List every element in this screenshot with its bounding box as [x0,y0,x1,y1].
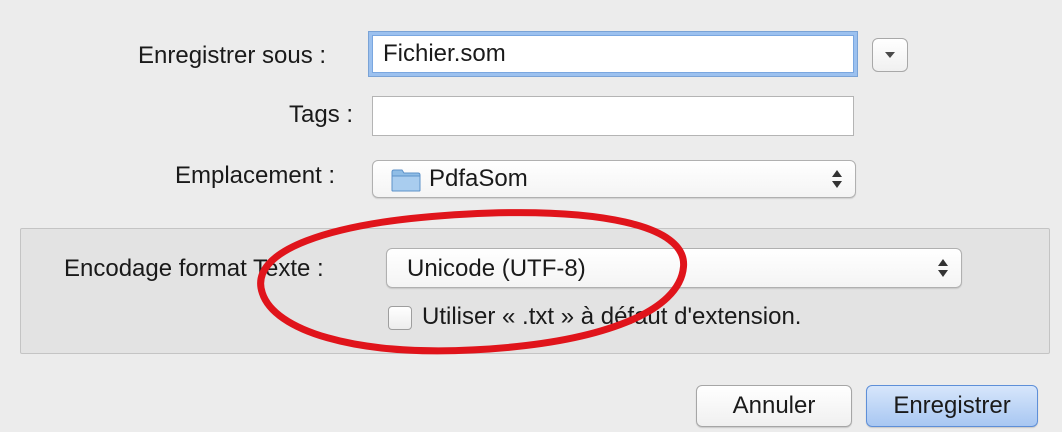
save-as-input[interactable]: Fichier.som [372,35,854,73]
expand-dialog-button[interactable] [872,38,908,72]
save-as-label: Enregistrer sous : [138,42,327,69]
save-button[interactable]: Enregistrer [866,385,1038,427]
use-txt-checkbox[interactable] [388,306,412,330]
cancel-button[interactable]: Annuler [696,385,852,427]
location-value: PdfaSom [429,165,528,192]
use-txt-label[interactable]: Utiliser « .txt » à défaut d'extension. [422,303,801,331]
encoding-value: Unicode (UTF-8) [407,255,586,282]
location-popup[interactable]: PdfaSom [372,160,856,198]
chevron-down-icon [885,52,895,58]
tags-input[interactable] [372,96,854,136]
up-down-arrows-icon [832,170,842,188]
encoding-popup[interactable]: Unicode (UTF-8) [386,248,962,288]
options-panel [20,228,1050,354]
encoding-label: Encodage format Texte : [64,255,324,282]
tags-label: Tags : [289,101,354,128]
up-down-arrows-icon [938,259,948,277]
folder-icon [391,168,421,199]
location-label: Emplacement : [175,162,336,189]
